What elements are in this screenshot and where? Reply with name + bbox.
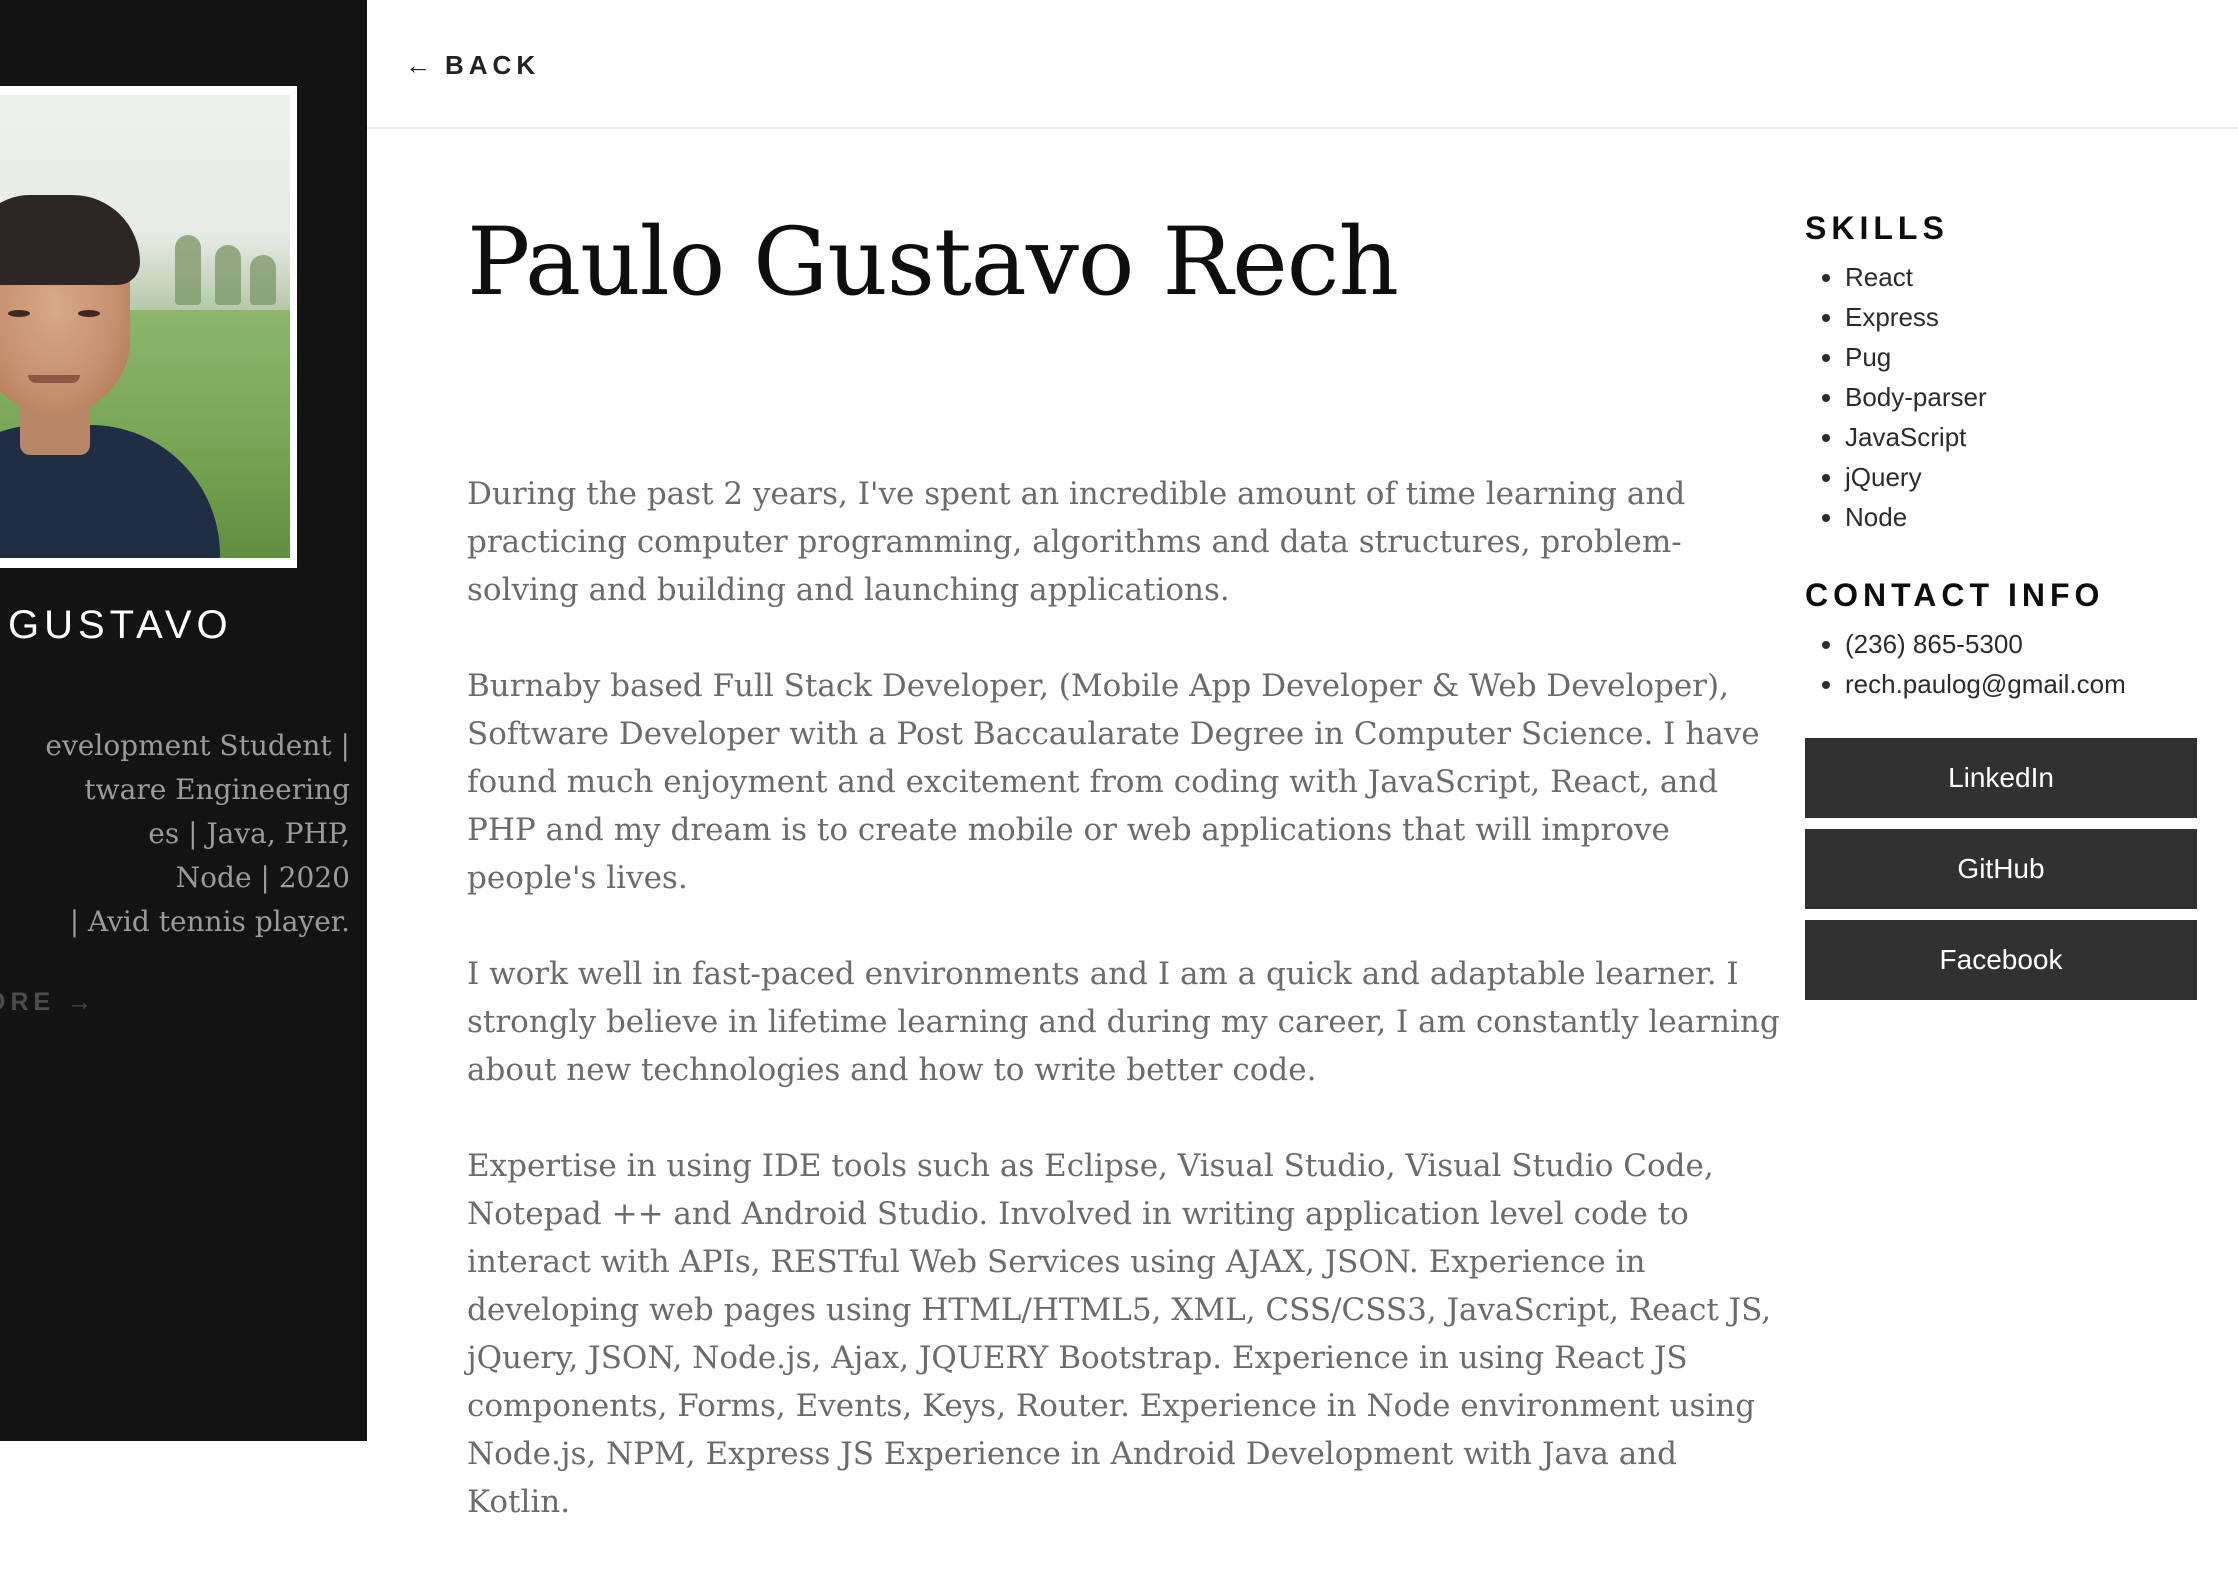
page-title: Paulo Gustavo Rech	[467, 208, 1399, 317]
sidebar-bio-line: | Avid tennis player.	[69, 905, 350, 938]
top-bar: ← BACK	[367, 0, 2238, 129]
skill-item: JavaScript	[1845, 417, 2197, 457]
skill-item: Node	[1845, 497, 2197, 537]
skill-item: Express	[1845, 297, 2197, 337]
contact-heading: CONTACT INFO	[1805, 577, 2105, 613]
linkedin-button[interactable]: LinkedIn	[1805, 738, 2197, 818]
facebook-button[interactable]: Facebook	[1805, 920, 2197, 1000]
about-paragraph: I work well in fast-paced environments a…	[467, 956, 1780, 1088]
sidebar-bio: evelopment Student | tware Engineering e…	[0, 724, 350, 944]
skill-item: React	[1845, 257, 2197, 297]
sidebar-bio-line: evelopment Student |	[45, 729, 350, 762]
skill-item: jQuery	[1845, 457, 2197, 497]
about-paragraph: Expertise in using IDE tools such as Ecl…	[467, 1148, 1772, 1520]
sidebar-bio-line: Node | 2020	[175, 861, 350, 894]
sidebar-bio-line: es | Java, PHP,	[148, 817, 350, 850]
contact-phone: (236) 865-5300	[1845, 624, 2197, 664]
github-button[interactable]: GitHub	[1805, 829, 2197, 909]
info-column: SKILLS React Express Pug Body-parser Jav…	[1805, 210, 2197, 1000]
skill-item: Pug	[1845, 337, 2197, 377]
arrow-left-icon: ←	[405, 50, 431, 80]
profile-sidebar: GUSTAVO evelopment Student | tware Engin…	[0, 0, 367, 1441]
sidebar-bio-line: tware Engineering	[84, 773, 350, 806]
contact-email: rech.paulog@gmail.com	[1845, 664, 2197, 704]
skill-item: Body-parser	[1845, 377, 2197, 417]
contact-list: (236) 865-5300 rech.paulog@gmail.com	[1805, 624, 2197, 704]
skills-list: React Express Pug Body-parser JavaScript…	[1805, 257, 2197, 537]
read-more-link[interactable]: ORE →	[0, 988, 97, 1017]
profile-photo	[0, 95, 290, 558]
back-button[interactable]: ← BACK	[405, 50, 540, 81]
skills-heading: SKILLS	[1805, 210, 1949, 246]
about-paragraph: During the past 2 years, I've spent an i…	[467, 476, 1686, 608]
sidebar-name: GUSTAVO	[8, 603, 233, 647]
back-label: BACK	[445, 50, 541, 80]
about-paragraph: Burnaby based Full Stack Developer, (Mob…	[467, 668, 1760, 896]
profile-photo-frame	[0, 86, 297, 568]
about-section: During the past 2 years, I've spent an i…	[467, 470, 1787, 1574]
